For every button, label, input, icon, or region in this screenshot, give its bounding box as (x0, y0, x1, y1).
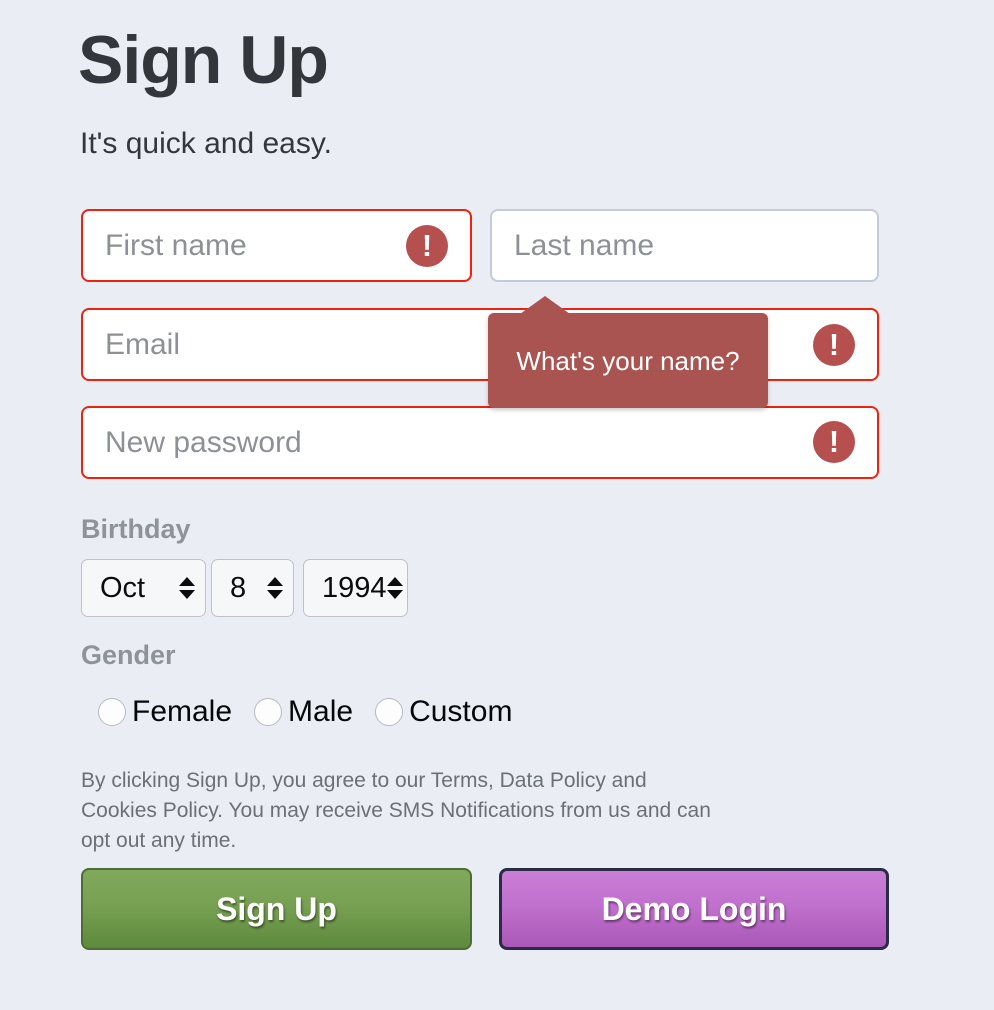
first-name-placeholder: First name (105, 228, 247, 262)
terms-text: By clicking Sign Up, you agree to our Te… (81, 769, 711, 852)
birthday-year-value: 1994 (322, 571, 387, 604)
page-title: Sign Up (78, 22, 329, 98)
birthday-month-select[interactable]: Oct (81, 559, 206, 617)
email-placeholder: Email (105, 327, 181, 361)
birthday-year-select[interactable]: 1994 (303, 559, 408, 617)
birthday-day-select[interactable]: 8 (211, 559, 294, 617)
exclamation-circle-icon: ! (813, 421, 855, 463)
validation-tooltip: What's your name? (488, 296, 768, 408)
tooltip-text: What's your name? (516, 345, 740, 376)
radio-icon[interactable] (375, 698, 404, 726)
chevron-updown-icon (179, 577, 195, 599)
exclamation-circle-icon: ! (406, 225, 448, 267)
demo-login-button-label: Demo Login (601, 890, 787, 927)
sign-up-button-label: Sign Up (216, 890, 337, 927)
new-password-input[interactable]: New password (81, 406, 879, 479)
gender-option-male[interactable]: Male (254, 697, 353, 727)
gender-option-label: Custom (409, 695, 513, 728)
exclamation-circle-icon: ! (813, 324, 855, 366)
last-name-placeholder: Last name (514, 228, 655, 262)
gender-option-label: Male (288, 695, 354, 728)
birthday-label: Birthday (81, 514, 191, 544)
gender-option-female[interactable]: Female (98, 697, 232, 727)
chevron-updown-icon (386, 577, 403, 599)
radio-icon[interactable] (98, 698, 126, 726)
tooltip-arrow-icon (520, 296, 570, 314)
gender-option-custom[interactable]: Custom (375, 697, 512, 727)
new-password-placeholder: New password (105, 425, 302, 459)
gender-label: Gender (81, 640, 176, 670)
gender-option-label: Female (132, 695, 233, 728)
page-subtitle: It's quick and easy. (80, 127, 332, 160)
last-name-input[interactable]: Last name (490, 209, 879, 282)
chevron-updown-icon (267, 577, 283, 599)
birthday-day-value: 8 (230, 571, 247, 604)
demo-login-button[interactable]: Demo Login (499, 868, 889, 950)
sign-up-button[interactable]: Sign Up (81, 868, 472, 950)
gender-radio-group: Female Male Custom (98, 697, 534, 727)
exclamation-glyph: ! (421, 227, 433, 263)
exclamation-glyph: ! (828, 423, 840, 459)
birthday-month-value: Oct (100, 571, 146, 604)
signup-page: Sign Up It's quick and easy. First name … (0, 0, 994, 1010)
radio-icon[interactable] (254, 698, 283, 726)
exclamation-glyph: ! (828, 326, 840, 362)
